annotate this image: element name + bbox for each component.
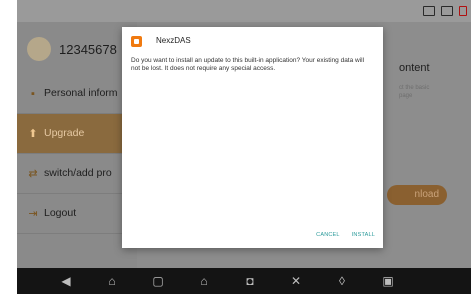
car-icon[interactable]: ◘ — [242, 273, 258, 289]
vci-home-icon[interactable]: ⌂ — [196, 273, 212, 289]
screenshot-icon[interactable] — [441, 6, 453, 16]
profile-name: 12345678 — [59, 42, 117, 57]
avatar — [27, 37, 51, 61]
cancel-button[interactable]: CANCEL — [316, 232, 340, 238]
menu-item-upgrade[interactable]: ⬆ Upgrade — [17, 114, 137, 154]
gallery-icon[interactable]: ▣ — [380, 273, 396, 289]
install-update-dialog: NexzDAS Do you want to install an update… — [122, 27, 383, 248]
side-menu: 12345678 ▪ Personal inform ⬆ Upgrade ⇄ s… — [17, 22, 137, 268]
screen-record-icon[interactable] — [423, 6, 435, 16]
battery-alert-icon — [459, 6, 467, 16]
download-button[interactable]: nload — [387, 185, 447, 205]
home-icon[interactable]: ⌂ — [104, 273, 120, 289]
logout-icon: ⇥ — [28, 208, 38, 220]
navigation-bar: ◀ ⌂ ▢ ⌂ ◘ ✕ ◊ ▣ — [17, 268, 471, 294]
profile-row[interactable]: 12345678 — [17, 34, 137, 66]
status-bar — [17, 0, 471, 22]
dialog-actions: CANCEL INSTALL — [316, 232, 375, 238]
dialog-message: Do you want to install an update to this… — [131, 57, 365, 72]
tools-icon[interactable]: ✕ — [288, 273, 304, 289]
menu-item-switch-add-profile[interactable]: ⇄ switch/add pro — [17, 154, 137, 194]
back-icon[interactable]: ◀ — [58, 273, 74, 289]
menu-item-label: switch/add pro — [44, 167, 112, 179]
app-icon — [131, 36, 142, 47]
content-description: ct the basic page — [399, 85, 430, 99]
install-button[interactable]: INSTALL — [352, 232, 375, 238]
person-icon: ▪ — [31, 88, 35, 100]
menu-item-logout[interactable]: ⇥ Logout — [17, 194, 137, 234]
dialog-title: NexzDAS — [156, 36, 191, 45]
status-icons — [423, 6, 467, 16]
upgrade-icon: ⬆ — [28, 128, 38, 140]
recent-apps-icon[interactable]: ▢ — [150, 273, 166, 289]
menu-item-label: Personal inform — [44, 87, 118, 99]
switch-icon: ⇄ — [28, 168, 38, 180]
shield-icon[interactable]: ◊ — [334, 273, 350, 289]
menu-item-label: Logout — [44, 207, 77, 219]
menu-item-personal-info[interactable]: ▪ Personal inform — [17, 74, 137, 114]
menu-item-label: Upgrade — [44, 127, 85, 139]
content-title: ontent — [399, 62, 430, 74]
